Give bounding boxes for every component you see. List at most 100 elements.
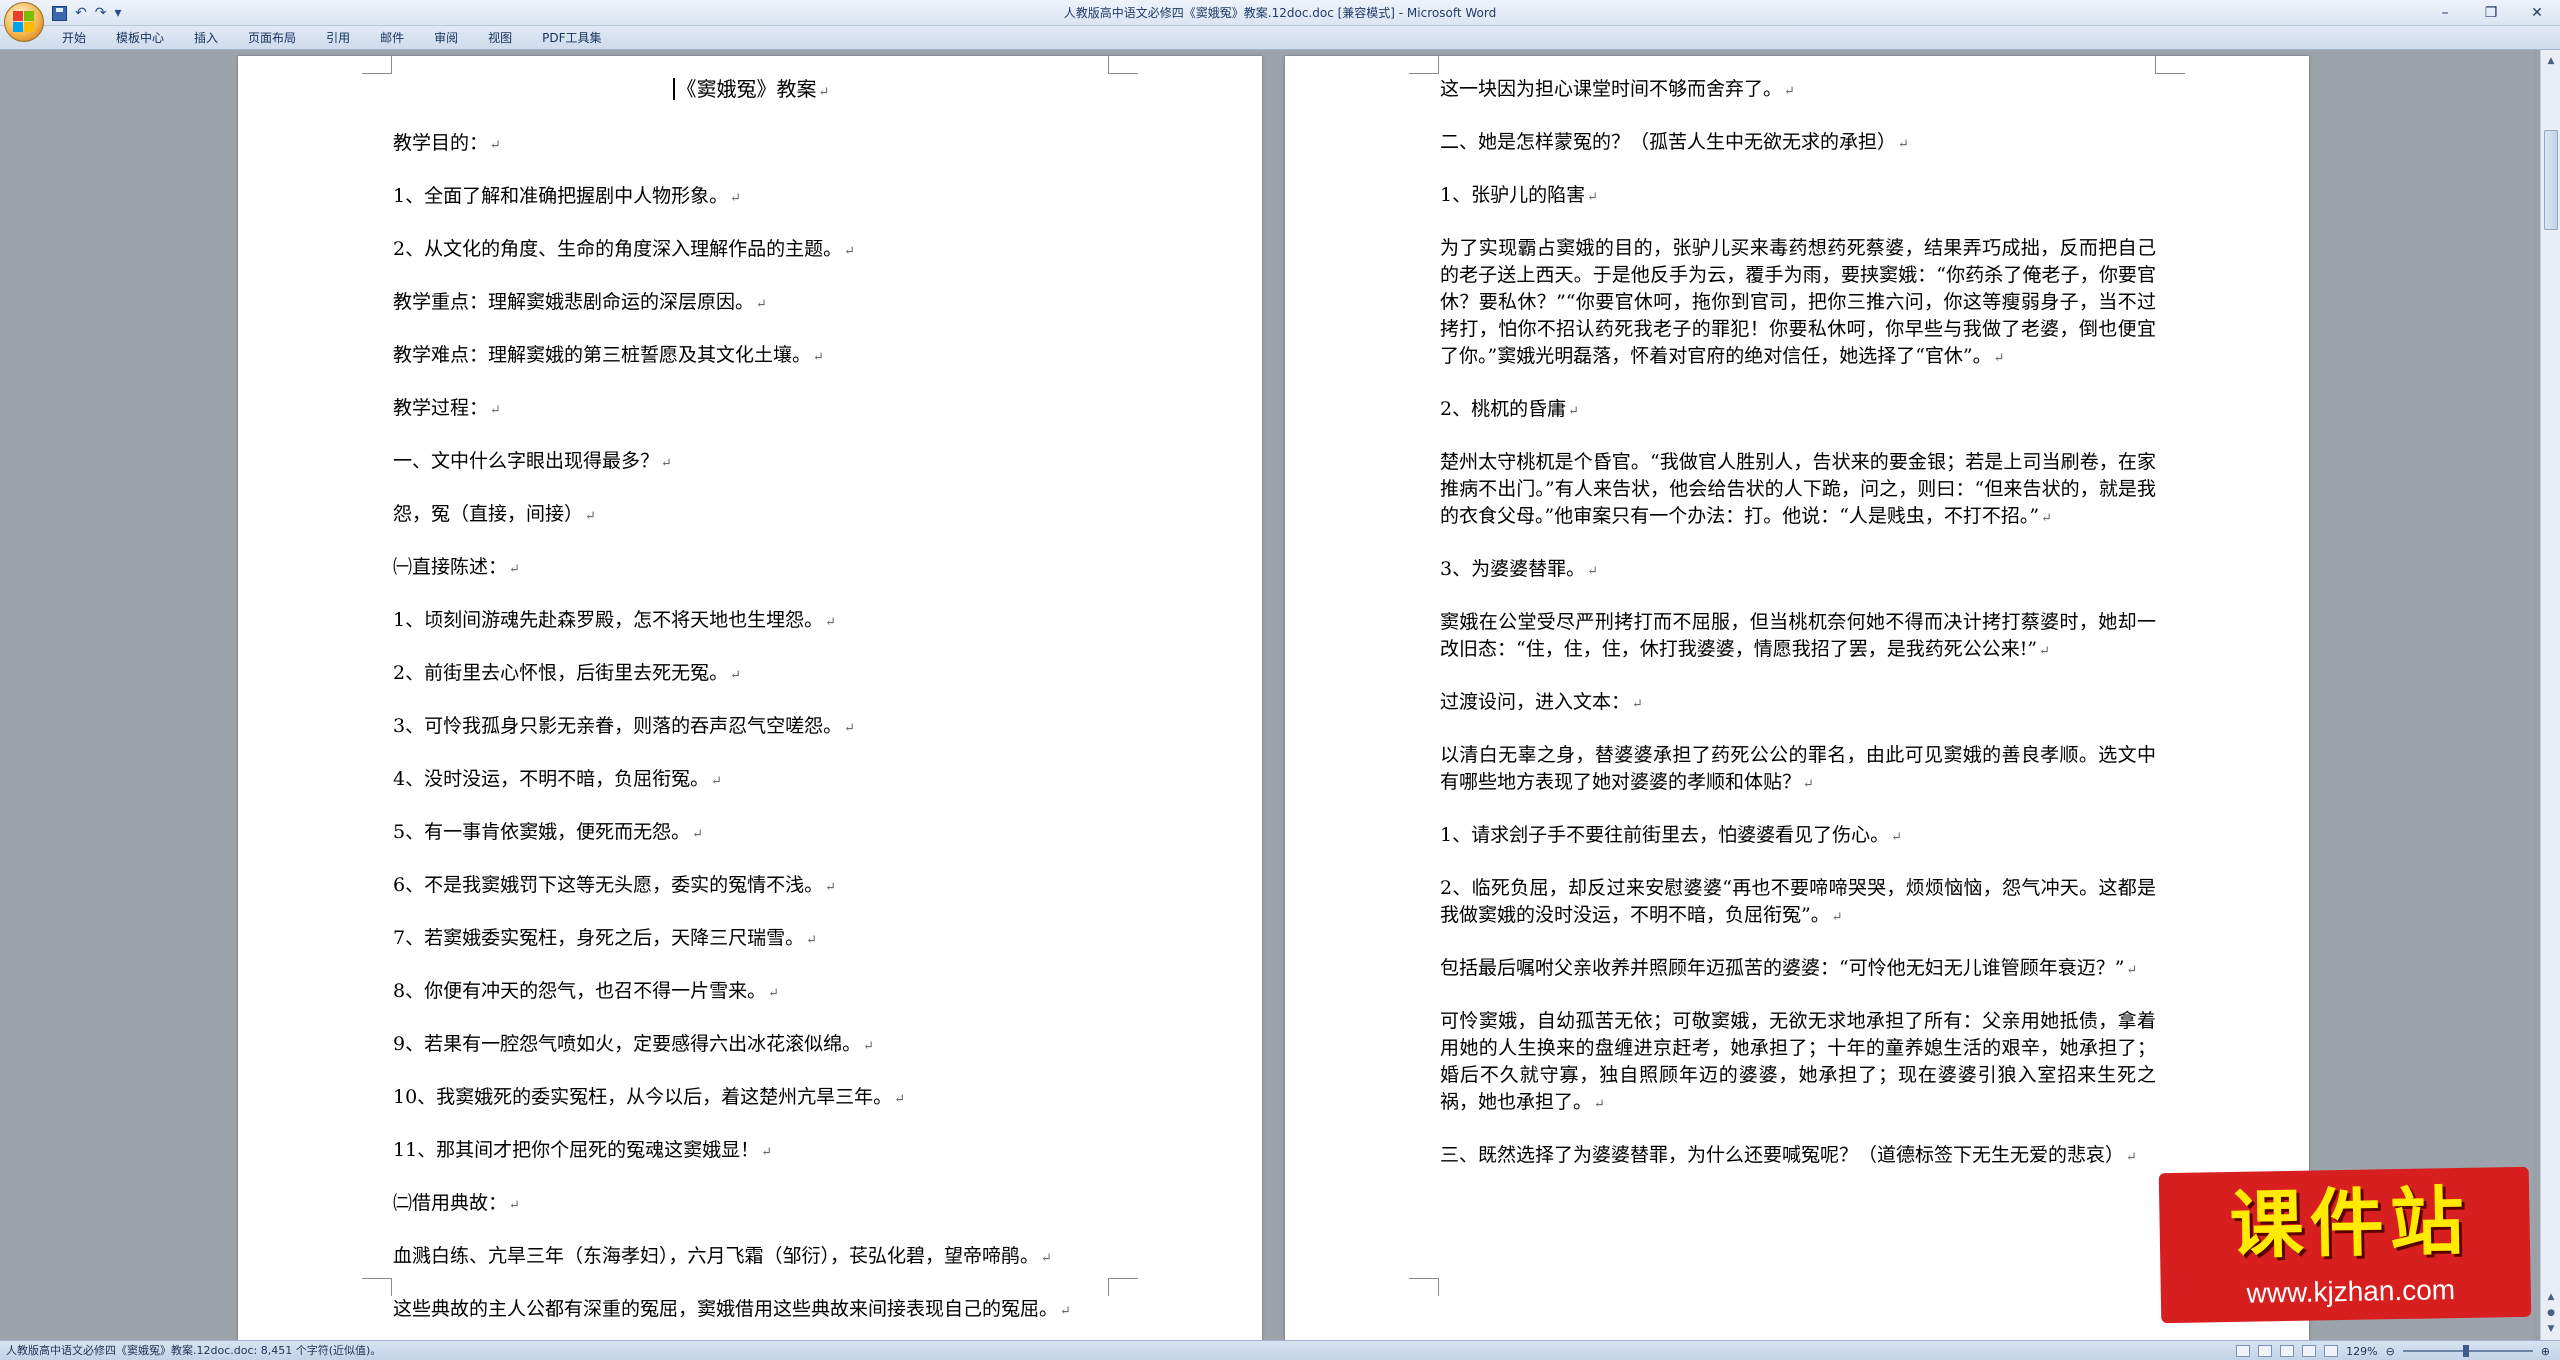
paragraph[interactable]: 4、没时没运，不明不暗，负屈衔冤。 ↵ — [393, 766, 1109, 795]
paragraph[interactable]: 可怜窦娥，自幼孤苦无依；可敬窦娥，无欲无求地承担了所有：父亲用她抵债，拿着用她的… — [1440, 1008, 2156, 1118]
paragraph-text: 11、那其间才把你个屈死的冤魂这窦娥显！ — [393, 1139, 760, 1161]
paragraph[interactable]: 以清白无辜之身，替婆婆承担了药死公公的罪名，由此可见窦娥的善良孝顺。选文中有哪些… — [1440, 742, 2156, 798]
paragraph[interactable]: 7、若窦娥委实冤枉，身死之后，天降三尺瑞雪。 ↵ — [393, 925, 1109, 954]
page-right-text[interactable]: 这一块因为担心课堂时间不够而舍弃了。 ↵ 二、她是怎样蒙冤的？（孤苦人生中无欲无求的… — [1440, 76, 2156, 1195]
paragraph-mark: ↵ — [825, 615, 836, 630]
status-controls: 129% ⊖ ⊕ — [2236, 1341, 2550, 1360]
paragraph[interactable]: 怨，冤（直接，间接） ↵ — [393, 501, 1109, 530]
paragraph-mark: ↵ — [1041, 1251, 1052, 1266]
paragraph[interactable]: 包括最后嘱咐父亲收养并照顾年迈孤苦的婆婆：“可怜他无妇无儿谁管顾年衰迈？” ↵ — [1440, 955, 2156, 984]
paragraph[interactable]: 2、前街里去心怀恨，后街里去死无冤。 ↵ — [393, 660, 1109, 689]
paragraph-mark: ↵ — [730, 191, 741, 206]
next-page-icon[interactable]: ▼ — [2544, 1322, 2558, 1336]
prev-page-icon[interactable]: ▲ — [2544, 1290, 2558, 1304]
paragraph-mark: ↵ — [2039, 644, 2050, 659]
tab-item[interactable]: 视图 — [488, 26, 512, 50]
paragraph[interactable]: 窦娥在公堂受尽严刑拷打而不屈服，但当桃杌奈何她不得而决计拷打蔡婆时，她却一改旧态… — [1440, 609, 2156, 665]
paragraph[interactable]: 二、她是怎样蒙冤的？（孤苦人生中无欲无求的承担） ↵ — [1440, 129, 2156, 158]
paragraph[interactable]: 11、那其间才把你个屈死的冤魂这窦娥显！ ↵ — [393, 1137, 1109, 1166]
paragraph[interactable]: 1、请求刽子手不要往前街里去，怕婆婆看见了伤心。 ↵ — [1440, 822, 2156, 851]
paragraph-mark: ↵ — [509, 1198, 520, 1213]
paragraph[interactable]: 血溅白练、亢旱三年（东海孝妇），六月飞霜（邹衍），苌弘化碧，望帝啼鹃。 ↵ — [393, 1243, 1109, 1272]
paragraph-text: 教学难点：理解窦娥的第三桩誓愿及其文化土壤。 — [393, 344, 812, 366]
paragraph[interactable]: 1、顷刻间游魂先赴森罗殿，怎不将天地也生埋怨。 ↵ — [393, 607, 1109, 636]
paragraph[interactable]: 为了实现霸占窦娥的目的，张驴儿买来毒药想药死蔡婆，结果弄巧成拙，反而把自己的老子… — [1440, 235, 2156, 372]
restore-button[interactable]: ❐ — [2468, 0, 2514, 26]
paragraph-text: 这一块因为担心课堂时间不够而舍弃了。 — [1440, 78, 1783, 100]
paragraph-mark: ↵ — [844, 244, 855, 259]
status-document-info[interactable]: 人教版高中语文必修四《窦娥冤》教案.12doc.doc: 8,451 个字符(近… — [6, 1341, 381, 1360]
tab-item[interactable]: 邮件 — [380, 26, 404, 50]
paragraph[interactable]: 5、有一事肯依窦娥，便死而无怨。 ↵ — [393, 819, 1109, 848]
paragraph[interactable]: 2、临死负屈，却反过来安慰婆婆“再也不要啼啼哭哭，烦烦恼恼，怨气冲天。这都是我做… — [1440, 875, 2156, 931]
tab-item[interactable]: 引用 — [326, 26, 350, 50]
paragraph[interactable]: 楚州太守桃杌是个昏官。“我做官人胜别人，告状来的要金银；若是上司当刷卷，在家推病… — [1440, 449, 2156, 532]
scroll-up-icon[interactable]: ▲ — [2544, 54, 2558, 68]
paragraph-text: 可怜窦娥，自幼孤苦无依；可敬窦娥，无欲无求地承担了所有：父亲用她抵债，拿着用她的… — [1440, 1010, 2156, 1113]
outline-view-button[interactable] — [2302, 1345, 2317, 1357]
document-title[interactable]: 《窦娥冤》教案 ↵ — [393, 76, 1109, 106]
print-layout-view-button[interactable] — [2236, 1345, 2251, 1357]
paragraph[interactable]: 教学过程： ↵ — [393, 395, 1109, 424]
paragraph[interactable]: 2、从文化的角度、生命的角度深入理解作品的主题。 ↵ — [393, 236, 1109, 265]
paragraph-text: 2、从文化的角度、生命的角度深入理解作品的主题。 — [393, 238, 843, 260]
paragraph-text: 二、她是怎样蒙冤的？（孤苦人生中无欲无求的承担） — [1440, 131, 1897, 153]
full-screen-view-button[interactable] — [2258, 1345, 2273, 1357]
paragraph[interactable]: 教学难点：理解窦娥的第三桩誓愿及其文化土壤。 ↵ — [393, 342, 1109, 371]
vertical-scrollbar[interactable]: ▲ ▲ ● ▼ — [2540, 50, 2560, 1340]
minimize-button[interactable]: – — [2422, 0, 2468, 26]
paragraph[interactable]: 教学目的： ↵ — [393, 130, 1109, 159]
paragraph[interactable]: 6、不是我窦娥罚下这等无头愿，委实的冤情不浅。 ↵ — [393, 872, 1109, 901]
crop-mark — [1108, 56, 1138, 74]
zoom-level[interactable]: 129% — [2346, 1345, 2377, 1358]
paragraph-mark: ↵ — [1632, 697, 1643, 712]
paragraph[interactable]: 这些典故的主人公都有深重的冤屈，窦娥借用这些典故来间接表现自己的冤屈。 ↵ — [393, 1296, 1109, 1325]
watermark-url: www.kjzhan.com — [2246, 1274, 2456, 1309]
paragraph-text: 6、不是我窦娥罚下这等无头愿，委实的冤情不浅。 — [393, 874, 824, 896]
draft-view-button[interactable] — [2324, 1345, 2339, 1357]
zoom-out-icon[interactable]: ⊖ — [2386, 1345, 2395, 1358]
paragraph-mark: ↵ — [813, 350, 824, 365]
browse-object-icon[interactable]: ● — [2544, 1306, 2558, 1320]
tab-item[interactable]: 审阅 — [434, 26, 458, 50]
tab-item[interactable]: 模板中心 — [116, 26, 164, 50]
paragraph[interactable]: 教学重点：理解窦娥悲剧命运的深层原因。 ↵ — [393, 289, 1109, 318]
document-workspace[interactable]: 《窦娥冤》教案 ↵ 教学目的： ↵ 1、全面了解和准确把握剧中人物形象。 ↵ 2、从文化的… — [0, 50, 2534, 1346]
paragraph[interactable]: 10、我窦娥死的委实冤枉，从今以后，着这楚州亢旱三年。 ↵ — [393, 1084, 1109, 1113]
paragraph-text: 三、既然选择了为婆婆替罪，为什么还要喊冤呢？（道德标签下无生无爱的悲哀） — [1440, 1144, 2125, 1166]
paragraph[interactable]: ㈡借用典故： ↵ — [393, 1190, 1109, 1219]
zoom-slider[interactable] — [2402, 1345, 2533, 1357]
close-button[interactable]: ✕ — [2514, 0, 2560, 26]
paragraph[interactable]: ㈠直接陈述： ↵ — [393, 554, 1109, 583]
paragraph-text: 1、全面了解和准确把握剧中人物形象。 — [393, 185, 729, 207]
title-bar: ↶ ↷ ▾ 人教版高中语文必修四《窦娥冤》教案.12doc.doc [兼容模式]… — [0, 0, 2560, 26]
page-left[interactable]: 《窦娥冤》教案 ↵ 教学目的： ↵ 1、全面了解和准确把握剧中人物形象。 ↵ 2、从文化的… — [238, 56, 1262, 1346]
zoom-in-icon[interactable]: ⊕ — [2541, 1345, 2550, 1358]
web-layout-view-button[interactable] — [2280, 1345, 2295, 1357]
paragraph[interactable]: 1、全面了解和准确把握剧中人物形象。 ↵ — [393, 183, 1109, 212]
tab-item[interactable]: PDF工具集 — [542, 26, 601, 50]
page-left-text[interactable]: 《窦娥冤》教案 ↵ 教学目的： ↵ 1、全面了解和准确把握剧中人物形象。 ↵ 2、从文化的… — [393, 76, 1109, 1349]
paragraph[interactable]: 一、文中什么字眼出现得最多？ ↵ — [393, 448, 1109, 477]
paragraph[interactable]: 2、桃杌的昏庸 ↵ — [1440, 396, 2156, 425]
paragraph[interactable]: 三、既然选择了为婆婆替罪，为什么还要喊冤呢？（道德标签下无生无爱的悲哀） ↵ — [1440, 1142, 2156, 1171]
paragraph-mark: ↵ — [490, 403, 501, 418]
paragraph-mark: ↵ — [2126, 1150, 2137, 1165]
paragraph[interactable]: 3、为婆婆替罪。 ↵ — [1440, 556, 2156, 585]
page-right[interactable]: 这一块因为担心课堂时间不够而舍弃了。 ↵ 二、她是怎样蒙冤的？（孤苦人生中无欲无求的… — [1285, 56, 2309, 1346]
tab-item[interactable]: 插入 — [194, 26, 218, 50]
paragraph[interactable]: 3、可怜我孤身只影无亲眷，则落的吞声忍气空嗟怨。 ↵ — [393, 713, 1109, 742]
scrollbar-thumb[interactable] — [2544, 130, 2558, 230]
paragraph-mark: ↵ — [844, 721, 855, 736]
paragraph[interactable]: 这一块因为担心课堂时间不够而舍弃了。 ↵ — [1440, 76, 2156, 105]
paragraph[interactable]: 8、你便有冲天的怨气，也召不得一片雪来。 ↵ — [393, 978, 1109, 1007]
tab-item[interactable]: 页面布局 — [248, 26, 296, 50]
paragraph[interactable]: 9、若果有一腔怨气喷如火，定要感得六出冰花滚似绵。 ↵ — [393, 1031, 1109, 1060]
tab-item[interactable]: 开始 — [62, 26, 86, 50]
paragraph[interactable]: 1、张驴儿的陷害 ↵ — [1440, 182, 2156, 211]
crop-mark — [362, 1278, 392, 1296]
paragraph[interactable]: 过渡设问，进入文本： ↵ — [1440, 689, 2156, 718]
office-button[interactable] — [4, 2, 44, 42]
text-cursor — [672, 78, 675, 100]
paragraph-mark: ↵ — [509, 562, 520, 577]
